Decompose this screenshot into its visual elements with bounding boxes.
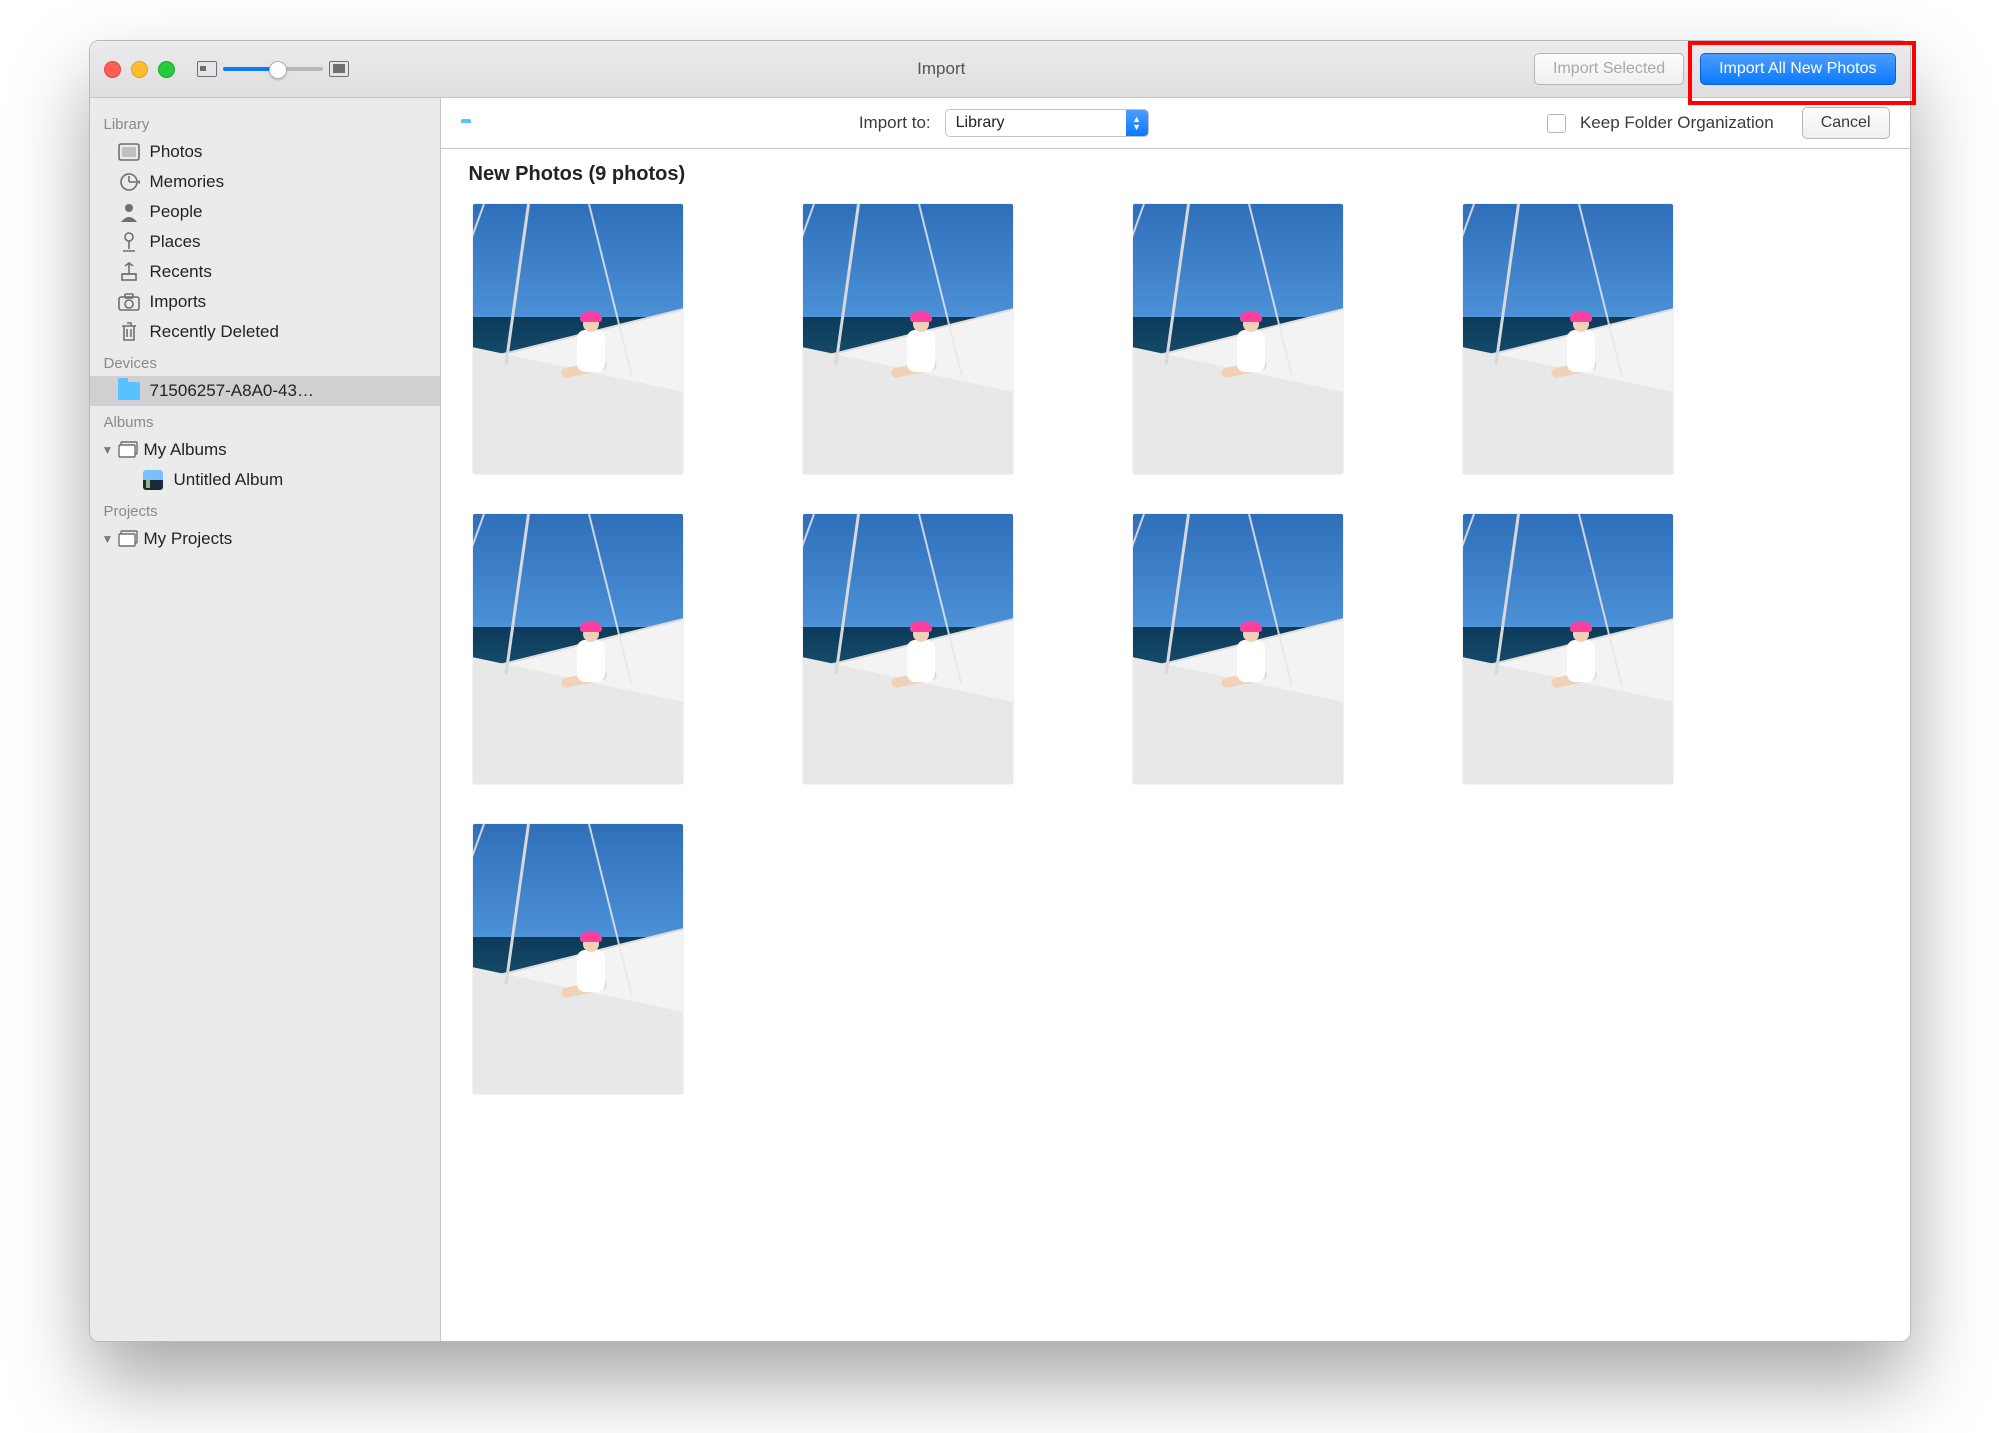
memories-icon (118, 172, 140, 192)
sidebar-item-my-albums[interactable]: ▼ My Albums (90, 435, 440, 465)
sidebar-item-label: My Albums (144, 440, 227, 460)
sidebar-item-label: Untitled Album (174, 470, 284, 490)
disclosure-triangle-icon[interactable]: ▼ (102, 532, 114, 546)
import-options-bar: Import to: Library ▲▼ Keep Folder Organi… (441, 98, 1910, 149)
trash-icon (118, 322, 140, 342)
sidebar-item-label: Memories (150, 172, 225, 192)
import-to-label: Import to: (859, 113, 931, 133)
photo-thumbnail[interactable] (803, 204, 1013, 474)
section-title: New Photos (9 photos) (469, 163, 1882, 186)
sidebar: Library Photos Memories (90, 98, 441, 1341)
app-window: Import Import Selected Import All New Ph… (89, 40, 1911, 1342)
sidebar-header-projects: Projects (90, 495, 440, 524)
photo-thumbnail[interactable] (473, 824, 683, 1094)
photos-icon (118, 142, 140, 162)
sidebar-item-label: Photos (150, 142, 203, 162)
sidebar-header-albums: Albums (90, 406, 440, 435)
cancel-button[interactable]: Cancel (1802, 107, 1890, 139)
titlebar: Import Import Selected Import All New Ph… (90, 41, 1910, 98)
sidebar-item-label: Places (150, 232, 201, 252)
album-thumb-icon (142, 470, 164, 490)
sidebar-header-devices: Devices (90, 347, 440, 376)
album-stack-icon (118, 529, 140, 549)
thumbnail-zoom-group (197, 61, 349, 77)
sidebar-item-memories[interactable]: Memories (90, 167, 440, 197)
photo-thumbnail[interactable] (1133, 514, 1343, 784)
sidebar-item-label: Recently Deleted (150, 322, 279, 342)
import-all-new-photos-button[interactable]: Import All New Photos (1700, 53, 1895, 85)
zoom-window-button[interactable] (158, 61, 175, 78)
content-area: Import to: Library ▲▼ Keep Folder Organi… (441, 98, 1910, 1341)
imports-icon (118, 292, 140, 312)
photo-thumbnail[interactable] (803, 514, 1013, 784)
import-selected-button[interactable]: Import Selected (1534, 53, 1684, 85)
zoom-in-icon[interactable] (329, 61, 349, 77)
photo-thumbnail[interactable] (473, 204, 683, 474)
sidebar-item-label: Imports (150, 292, 207, 312)
window-controls (104, 61, 175, 78)
sidebar-item-label: Recents (150, 262, 212, 282)
select-stepper-icon: ▲▼ (1126, 110, 1148, 136)
import-to-select[interactable]: Library ▲▼ (945, 109, 1149, 137)
photo-thumbnail[interactable] (473, 514, 683, 784)
sidebar-header-library: Library (90, 108, 440, 137)
sidebar-item-untitled-album[interactable]: Untitled Album (90, 465, 440, 495)
photo-thumbnail[interactable] (1463, 514, 1673, 784)
keep-folder-organization-label: Keep Folder Organization (1580, 113, 1774, 133)
photo-grid (465, 204, 1886, 1094)
folder-icon (118, 381, 140, 401)
sidebar-item-imports[interactable]: Imports (90, 287, 440, 317)
import-to-value: Library (946, 110, 1126, 136)
window-title: Import (917, 59, 965, 79)
zoom-out-icon[interactable] (197, 61, 217, 77)
sidebar-item-my-projects[interactable]: ▼ My Projects (90, 524, 440, 554)
minimize-window-button[interactable] (131, 61, 148, 78)
close-window-button[interactable] (104, 61, 121, 78)
sidebar-item-label: 71506257-A8A0-43… (150, 381, 314, 401)
thumbnail-zoom-slider[interactable] (223, 67, 323, 71)
places-icon (118, 232, 140, 252)
disclosure-triangle-icon[interactable]: ▼ (102, 443, 114, 457)
sidebar-item-recently-deleted[interactable]: Recently Deleted (90, 317, 440, 347)
sidebar-item-device-folder[interactable]: 71506257-A8A0-43… (90, 376, 440, 406)
recents-icon (118, 262, 140, 282)
sidebar-item-photos[interactable]: Photos (90, 137, 440, 167)
sidebar-item-recents[interactable]: Recents (90, 257, 440, 287)
photo-thumbnail[interactable] (1133, 204, 1343, 474)
sidebar-item-label: My Projects (144, 529, 233, 549)
people-icon (118, 202, 140, 222)
photo-thumbnail[interactable] (1463, 204, 1673, 474)
sidebar-item-people[interactable]: People (90, 197, 440, 227)
sidebar-item-label: People (150, 202, 203, 222)
album-stack-icon (118, 440, 140, 460)
sidebar-item-places[interactable]: Places (90, 227, 440, 257)
keep-folder-organization-checkbox[interactable] (1547, 114, 1566, 133)
